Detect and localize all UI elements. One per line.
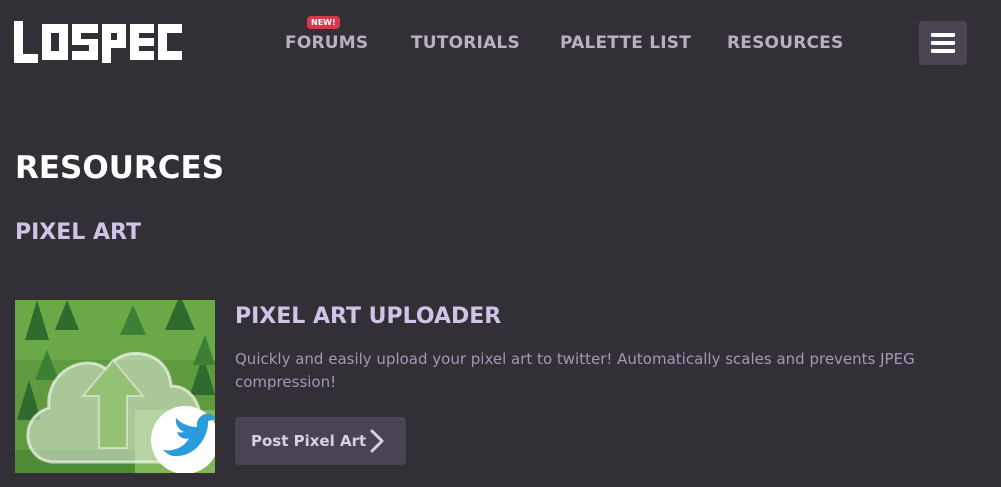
hamburger-icon [931,33,955,53]
post-pixel-art-label: Post Pixel Art [251,432,367,450]
menu-button[interactable] [919,21,967,65]
lospec-logo[interactable] [14,21,182,67]
post-pixel-art-button[interactable]: Post Pixel Art [235,417,406,465]
page-title: RESOURCES [15,150,225,186]
uploader-thumbnail[interactable] [15,300,215,473]
nav-resources[interactable]: RESOURCES [727,33,843,53]
nav-palette-list[interactable]: PALETTE LIST [560,33,691,53]
card-title[interactable]: PIXEL ART UPLOADER [235,304,501,329]
nav-forums[interactable]: FORUMS [285,33,368,53]
thumbnail-image [15,300,215,473]
card-description: Quickly and easily upload your pixel art… [235,350,915,391]
new-badge: NEW! [307,16,340,29]
chevron-right-icon [370,429,384,453]
nav-tutorials[interactable]: TUTORIALS [411,33,520,53]
section-title: PIXEL ART [15,220,141,245]
logo-wordmark [14,21,182,63]
